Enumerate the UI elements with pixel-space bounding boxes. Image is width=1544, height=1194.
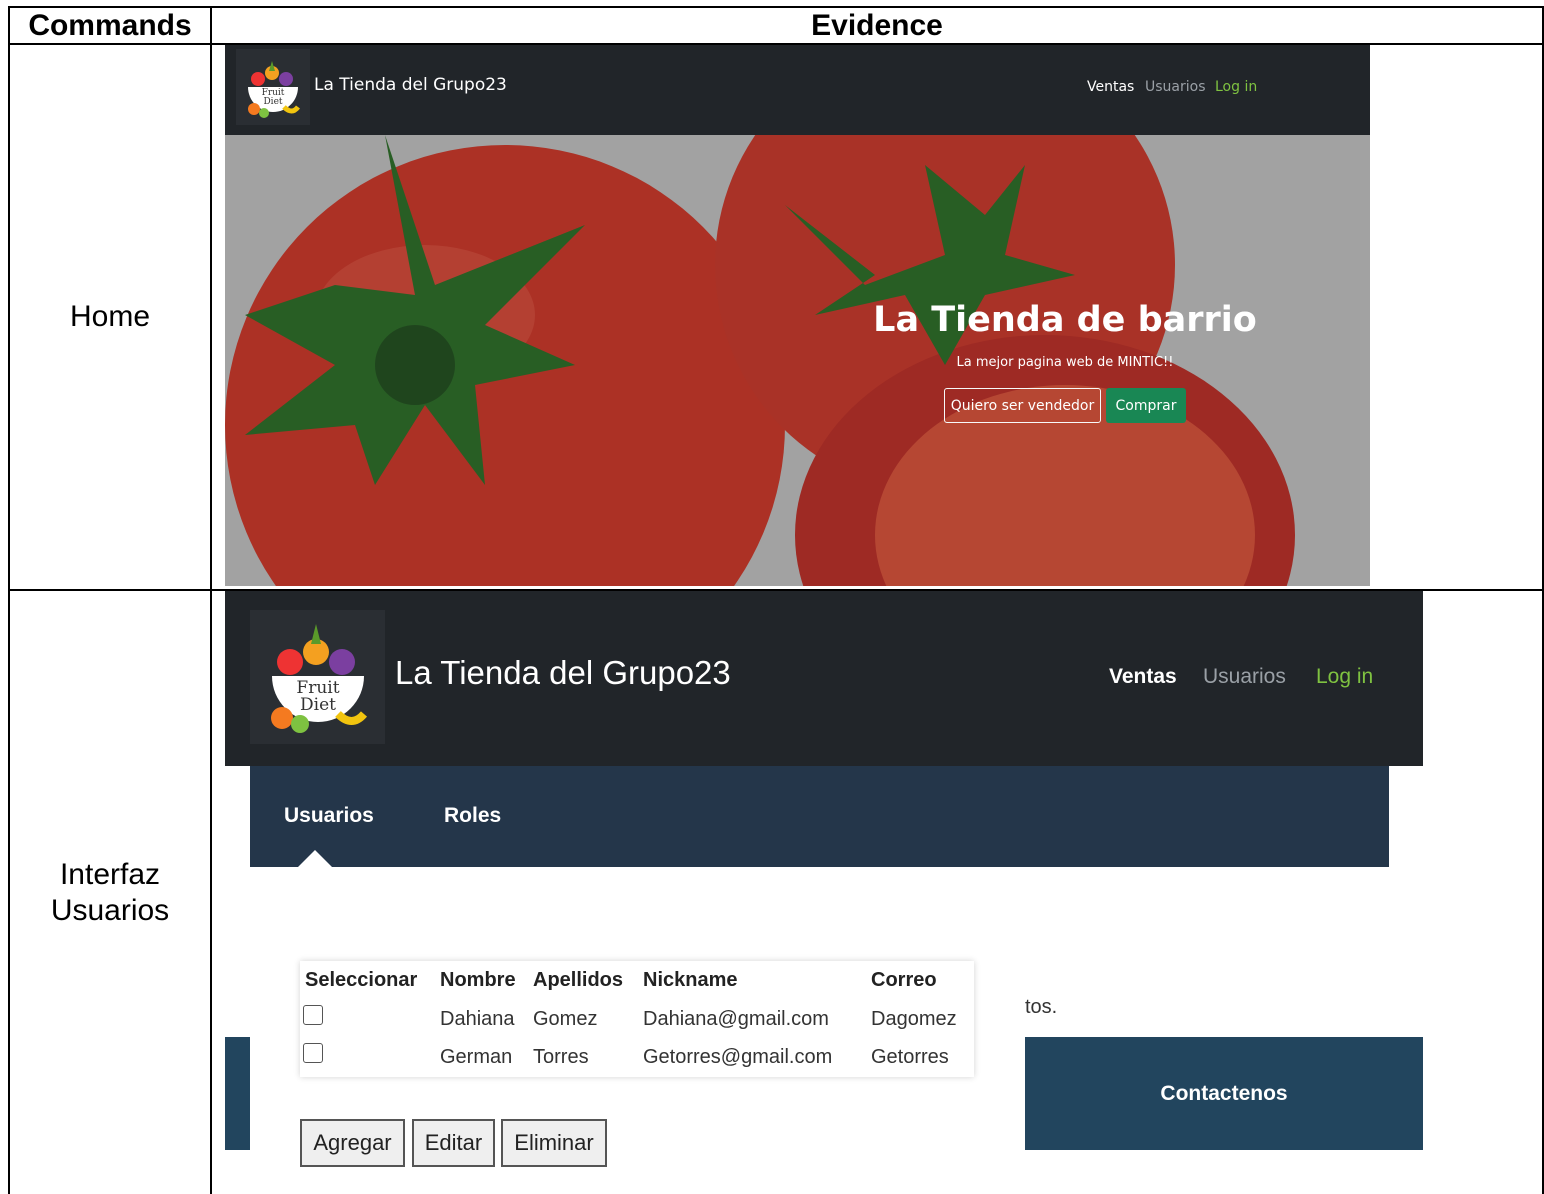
header-commands: Commands [28, 8, 192, 42]
col-header-nickname: Nickname [643, 969, 738, 991]
cell-apellidos: Torres [533, 1046, 589, 1068]
side-strip [225, 1037, 250, 1150]
fruit-bowl-icon [248, 61, 300, 118]
usuarios-brand-title[interactable]: La Tienda del Grupo23 [395, 654, 731, 692]
cell-nickname: Dahiana@gmail.com [643, 1008, 829, 1030]
select-checkbox[interactable] [303, 1043, 323, 1063]
tab-roles[interactable]: Roles [444, 804, 501, 828]
usuarios-screenshot: Fruit Diet La Tienda del Grupo23 Ventas … [225, 591, 1423, 1194]
partial-text: tos. [1025, 996, 1058, 1018]
cell-correo: Dagomez [871, 1008, 957, 1030]
table-border-divider [210, 6, 212, 1194]
fruit-bowl-icon [271, 624, 368, 733]
home-logo[interactable]: Fruit Diet [236, 49, 310, 125]
col-header-nombre: Nombre [440, 969, 516, 991]
edit-button[interactable]: Editar [412, 1119, 495, 1167]
home-nav-login[interactable]: Log in [1215, 79, 1257, 95]
cell-nombre: Dahiana [440, 1008, 515, 1030]
tab-bar: Usuarios Roles [250, 766, 1389, 867]
col-header-apellidos: Apellidos [533, 969, 624, 991]
select-checkbox[interactable] [303, 1005, 323, 1025]
home-brand-title[interactable]: La Tienda del Grupo23 [314, 75, 507, 95]
buy-button[interactable]: Comprar [1106, 388, 1186, 423]
become-seller-button[interactable]: Quiero ser vendedor [944, 388, 1101, 423]
cell-correo: Getorres [871, 1046, 949, 1068]
usuarios-navbar: Fruit Diet La Tienda del Grupo23 Ventas … [225, 591, 1423, 766]
home-nav-usuarios[interactable]: Usuarios [1145, 79, 1206, 95]
usuarios-logo[interactable]: Fruit Diet [250, 610, 385, 744]
home-navbar: Fruit Diet La Tienda del Grupo23 Ventas … [225, 45, 1370, 135]
row-label-usuarios: Interfaz Usuarios [50, 857, 170, 927]
home-screenshot: Fruit Diet La Tienda del Grupo23 Ventas … [225, 45, 1370, 586]
hero-title: La Tienda de barrio [873, 300, 1257, 340]
usuarios-nav-login[interactable]: Log in [1316, 665, 1373, 689]
header-evidence: Evidence [811, 8, 943, 42]
add-button[interactable]: Agregar [300, 1119, 405, 1167]
usuarios-nav-usuarios[interactable]: Usuarios [1203, 665, 1286, 689]
col-header-seleccionar: Seleccionar [305, 969, 418, 991]
cell-apellidos: Gomez [533, 1008, 598, 1030]
tab-usuarios[interactable]: Usuarios [284, 804, 374, 828]
delete-button[interactable]: Eliminar [501, 1119, 607, 1167]
users-table: Seleccionar Nombre Apellidos Nickname Co… [300, 961, 974, 1077]
table-row: German Torres Getorres@gmail.com Getorre… [300, 1041, 974, 1077]
logo-text: Fruit Diet [261, 88, 285, 107]
usuarios-nav-ventas[interactable]: Ventas [1109, 665, 1177, 689]
col-header-correo: Correo [871, 969, 937, 991]
cell-nombre: German [440, 1046, 513, 1068]
table-row: Dahiana Gomez Dahiana@gmail.com Dagomez [300, 1003, 974, 1041]
home-nav-ventas[interactable]: Ventas [1087, 79, 1134, 95]
cell-nickname: Getorres@gmail.com [643, 1046, 833, 1068]
contact-section[interactable]: Contactenos [1025, 1037, 1423, 1150]
logo-text: Fruit Diet [296, 678, 340, 715]
home-hero: La Tienda de barrio La mejor pagina web … [225, 135, 1370, 586]
active-tab-indicator [298, 850, 332, 867]
row-label-home: Home [69, 300, 151, 333]
hero-subtitle: La mejor pagina web de MINTIC!! [956, 355, 1174, 370]
